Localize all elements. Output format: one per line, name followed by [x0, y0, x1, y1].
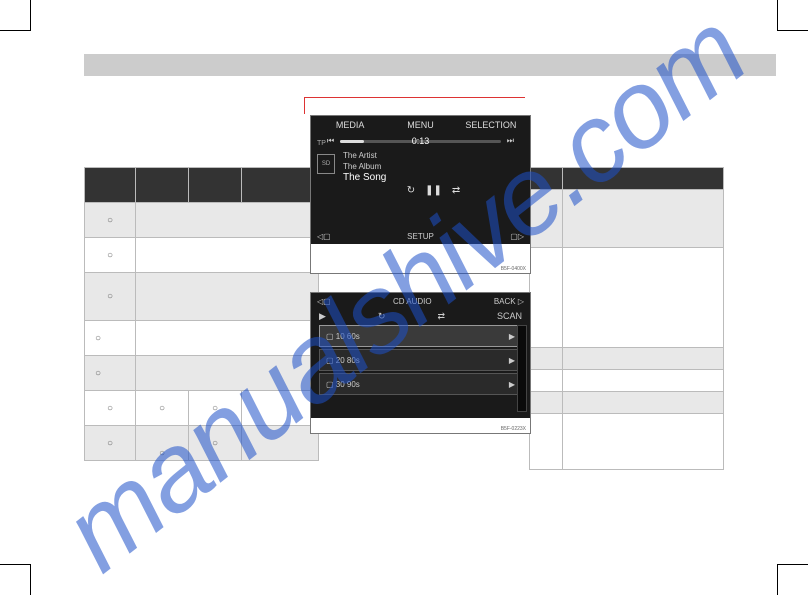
circle-marker: ○ [85, 203, 136, 238]
folder-row[interactable]: ▢ 20 80s ▶ [319, 349, 522, 371]
circle-marker: ○ [85, 356, 136, 391]
media-player-figure: MEDIA MENU SELECTION TP ⏮ 0:13 ⏭ SD The … [310, 115, 531, 274]
folder-label: 20 80s [336, 356, 360, 365]
back-button[interactable]: BACK ▷ [494, 297, 524, 306]
folder-row[interactable]: ▢ 10 60s ▶ [319, 325, 522, 347]
circle-marker: ○ [85, 238, 136, 273]
scrollbar[interactable] [517, 325, 527, 412]
shuffle-icon[interactable]: ⇄ [437, 311, 445, 322]
album-label: The Album [343, 161, 524, 172]
crop-mark [777, 0, 808, 31]
folder-label: 10 60s [336, 332, 360, 341]
play-icon[interactable]: ▶ [319, 311, 326, 322]
folder-label: 30 90s [336, 380, 360, 389]
sd-card-icon: SD [317, 154, 335, 174]
scan-button[interactable]: SCAN [497, 311, 522, 321]
tab-menu[interactable]: MENU [385, 120, 455, 130]
play-icon[interactable]: ▶ [509, 332, 515, 341]
circle-marker: ○ [136, 391, 189, 426]
browser-title: CD AUDIO [393, 297, 432, 306]
circle-marker: ○ [85, 391, 136, 426]
repeat-icon[interactable]: ↻ [407, 185, 415, 196]
song-label: The Song [343, 172, 524, 183]
callout-line [304, 97, 525, 114]
figure-code: B5F-0223X [501, 426, 526, 432]
crop-mark [777, 564, 808, 595]
play-icon[interactable]: ▶ [509, 380, 515, 389]
circle-marker: ○ [85, 273, 136, 321]
left-table: ○ ○ ○ ○ ○ ○ ○ ○ ○ ○ ○ [84, 167, 319, 461]
right-table [529, 167, 724, 470]
crop-mark [0, 564, 31, 595]
header-bar [84, 54, 776, 76]
next-track-icon[interactable]: ⏭ [507, 136, 514, 146]
folder-prev-icon[interactable]: ◁▢ [317, 232, 331, 241]
crop-mark [0, 0, 31, 31]
tab-selection[interactable]: SELECTION [456, 120, 526, 130]
tp-label: TP [317, 140, 326, 147]
play-icon[interactable]: ▶ [509, 356, 515, 365]
elapsed-time: 0:13 [412, 136, 430, 146]
prev-track-icon[interactable]: ⏮ [327, 136, 334, 146]
artist-label: The Artist [343, 150, 524, 161]
folder-browser-figure: ◁▢ CD AUDIO BACK ▷ ▶ ↻ ⇄ SCAN ▢ 10 60s ▶… [310, 292, 531, 434]
circle-marker: ○ [189, 426, 242, 461]
shuffle-icon[interactable]: ⇄ [452, 185, 460, 196]
circle-marker: ○ [85, 426, 136, 461]
back-folder-icon[interactable]: ◁▢ [317, 297, 331, 306]
circle-marker: ○ [136, 426, 189, 461]
folder-next-icon[interactable]: ▢▷ [510, 232, 524, 241]
pause-icon[interactable]: ❚❚ [425, 185, 442, 196]
figure-code: B5F-0400X [501, 266, 526, 272]
setup-button[interactable]: SETUP [407, 232, 434, 241]
tab-media[interactable]: MEDIA [315, 120, 385, 130]
circle-marker: ○ [85, 321, 136, 356]
folder-row[interactable]: ▢ 30 90s ▶ [319, 373, 522, 395]
repeat-icon[interactable]: ↻ [378, 311, 386, 322]
circle-marker: ○ [189, 391, 242, 426]
